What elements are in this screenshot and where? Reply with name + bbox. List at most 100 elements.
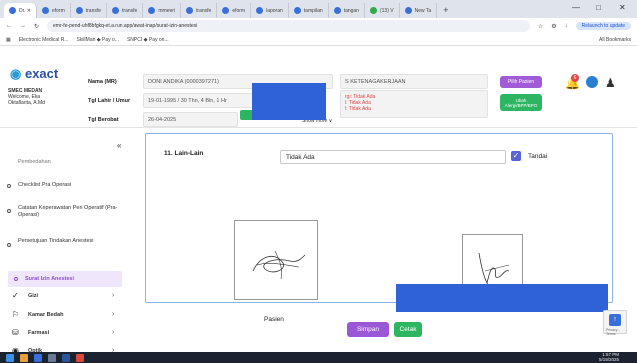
tab-bar: Dr. ✕ eform transfe transfe mmeeri trans… <box>0 0 637 18</box>
back-icon[interactable]: ← <box>6 23 12 29</box>
browser-tab[interactable]: tangan <box>329 3 365 18</box>
bookmark-item[interactable]: SNPCI ◆ Pay on... <box>127 37 169 43</box>
bullet-icon <box>7 184 11 188</box>
close-icon[interactable]: ✕ <box>619 3 626 12</box>
tgl-berobat-label: Tgl Berobat <box>88 117 119 123</box>
windows-start-icon[interactable] <box>6 353 14 362</box>
avatar[interactable] <box>586 76 598 88</box>
extensions-icon[interactable]: ⚙ <box>551 23 556 30</box>
favicon-icon <box>9 7 16 14</box>
system-clock[interactable]: 1:57 PM 5/19/2025 <box>599 352 619 363</box>
apps-icon[interactable]: ▦ <box>6 37 11 43</box>
alergi-box: rgi: Tidak Ada l: Tidak Ada l: Tidak Ada <box>340 90 488 118</box>
all-bookmarks[interactable]: All Bookmarks <box>599 37 631 43</box>
address-bar-row: ← → ↻ emr-fe-pend-uhf8bfgkq-et.a.run.app… <box>0 18 637 34</box>
kamar-bedah-icon: ⚐ <box>12 310 20 319</box>
alergi-line: l: Tidak Ada <box>345 106 371 112</box>
chevron-right-icon: › <box>112 311 115 318</box>
arrow-up-icon[interactable]: ↑ <box>609 314 621 326</box>
favicon-icon <box>222 7 230 14</box>
sidebar-group-gizi[interactable]: Gizi <box>28 293 38 299</box>
sidebar-item-checklist[interactable]: Checklist Pra Operasi <box>18 182 71 189</box>
form-card: 11. Lain-Lain Tidak Ada ✓ Tandai Pasien <box>145 133 613 323</box>
browser-tab[interactable]: transfe <box>107 3 144 18</box>
farmasi-icon: ⛁ <box>12 328 19 337</box>
bookmark-item[interactable]: Electronic Medical R... <box>19 37 69 43</box>
app: ◉ exact SMEC MEDAN Welcome, Eka Oktaflar… <box>0 46 637 355</box>
user-name: Oktaflarita, A.Md <box>8 100 45 106</box>
bookmark-item[interactable]: SkillMan ◆ Pay o... <box>76 37 118 43</box>
browser-tab[interactable]: mmeeri <box>143 3 182 18</box>
tgl-lahir-label: Tgl Lahir / Umur <box>88 98 131 104</box>
sidebar-item-persetujuan[interactable]: Persetujuan Tindakan Anestesi <box>18 238 108 245</box>
app-logo: ◉ exact <box>10 66 59 81</box>
cetak-button[interactable]: Cetak <box>394 322 422 337</box>
sidebar-item-surat-izin-label: Surat Izin Anestesi <box>25 276 75 282</box>
signature-pasien-icon <box>252 250 306 280</box>
redaction-box <box>252 83 326 120</box>
word-icon[interactable] <box>62 353 70 362</box>
taskbar-app-icon[interactable] <box>76 353 84 362</box>
browser-tab[interactable]: transfe <box>71 3 108 18</box>
favicon-icon <box>75 7 83 14</box>
sidebar-item-catatan[interactable]: Catatan Keperawatan Peri Operatif (Pra-O… <box>18 205 118 219</box>
favicon-icon <box>404 7 412 14</box>
favicon-icon <box>112 7 120 14</box>
sidebar-group-kamar-bedah[interactable]: Kamar Bedah <box>28 312 63 318</box>
nama-label: Nama (MR) <box>88 79 117 85</box>
users-icon[interactable]: ♟ <box>605 76 616 90</box>
new-tab-button[interactable]: + <box>437 3 454 18</box>
favicon-icon <box>369 7 377 14</box>
notification-badge: 6 <box>571 74 579 82</box>
taskbar-app-icon[interactable] <box>34 353 42 362</box>
main-content: 11. Lain-Lain Tidak Ada ✓ Tandai Pasien <box>134 129 637 352</box>
browser-tab[interactable]: New Ta <box>400 3 438 18</box>
bullet-icon <box>7 243 11 247</box>
bookmarks-bar: ▦ Electronic Medical R... SkillMan ◆ Pay… <box>0 34 637 46</box>
lain-lain-input[interactable]: Tidak Ada <box>280 150 506 164</box>
favicon-icon <box>333 7 341 14</box>
ubah-alergi-button[interactable]: Ubah Alergi/BPP/BPO <box>500 94 542 111</box>
forward-icon[interactable]: → <box>20 23 26 29</box>
simpan-button[interactable]: Simpan <box>347 322 389 337</box>
org-info: SMEC MEDAN Welcome, Eka Oktaflarita, A.M… <box>8 88 45 106</box>
browser-tab[interactable]: tampilan <box>289 3 329 18</box>
recaptcha-text: Privacy - Terms <box>606 328 620 336</box>
maximize-icon[interactable]: □ <box>596 3 601 12</box>
taskbar-app-icon[interactable] <box>20 353 28 362</box>
favicon-icon <box>293 7 301 14</box>
gizi-icon: ✓ <box>12 291 19 300</box>
download-icon[interactable]: ↓ <box>565 23 568 29</box>
browser-tab-active[interactable]: Dr. ✕ <box>4 3 37 18</box>
collapse-sidebar-icon[interactable]: « <box>117 141 121 150</box>
recaptcha-badge: ↑ Privacy - Terms <box>603 310 627 336</box>
sidebar: « Pembedahan Checklist Pra Operasi Catat… <box>0 129 128 355</box>
browser-tab[interactable]: (13) V <box>365 3 400 18</box>
url-field[interactable]: emr-fe-pend-uhf8bfgkq-et.a.run.app/awat-… <box>47 20 530 32</box>
redaction-box <box>396 284 608 312</box>
penjamin-field: S KETENAGAKERJAAN <box>340 74 488 89</box>
star-icon[interactable]: ☆ <box>538 23 543 30</box>
sidebar-group-farmasi[interactable]: Farmasi <box>28 330 49 336</box>
browser-tab[interactable]: eform <box>37 3 71 18</box>
tandai-checkbox[interactable]: ✓ <box>511 151 521 161</box>
sidebar-item-pembedahan[interactable]: Pembedahan <box>18 159 51 166</box>
favicon-icon <box>186 7 194 14</box>
relaunch-button[interactable]: Relaunch to update <box>575 22 631 30</box>
bullet-icon <box>14 277 18 281</box>
pilih-pasien-button[interactable]: Pilih Pasien <box>500 76 542 88</box>
taskbar <box>0 352 637 363</box>
taskbar-app-icon[interactable] <box>48 353 56 362</box>
minimize-icon[interactable]: — <box>572 3 580 12</box>
browser-tab[interactable]: eform <box>217 3 252 18</box>
chevron-right-icon: › <box>112 292 115 299</box>
bullet-icon <box>7 209 11 213</box>
reload-icon[interactable]: ↻ <box>34 23 39 30</box>
chevron-right-icon: › <box>112 329 115 336</box>
patient-header: ◉ exact SMEC MEDAN Welcome, Eka Oktaflar… <box>0 46 637 128</box>
browser-tab[interactable]: transfe <box>181 3 218 18</box>
pasien-signature-box[interactable] <box>234 220 318 300</box>
browser-tab[interactable]: laporan <box>251 3 289 18</box>
tandai-label: Tandai <box>528 153 548 160</box>
favicon-icon <box>148 7 156 14</box>
